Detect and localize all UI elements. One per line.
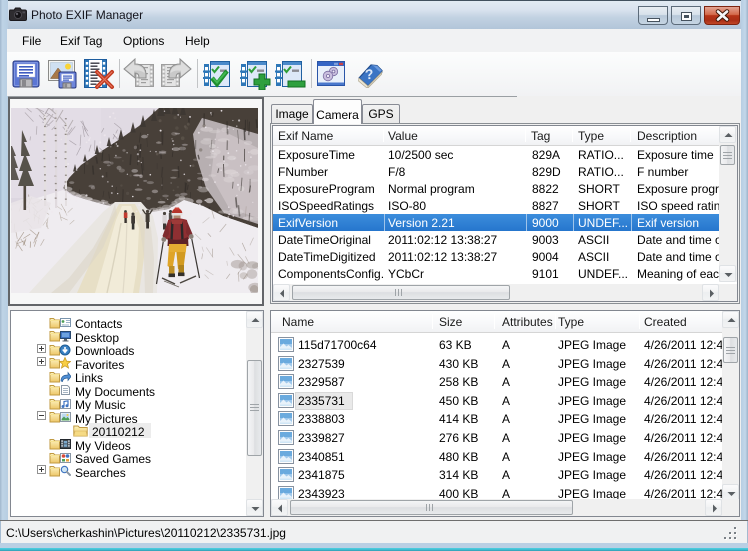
svg-text:?: ?: [364, 66, 374, 83]
